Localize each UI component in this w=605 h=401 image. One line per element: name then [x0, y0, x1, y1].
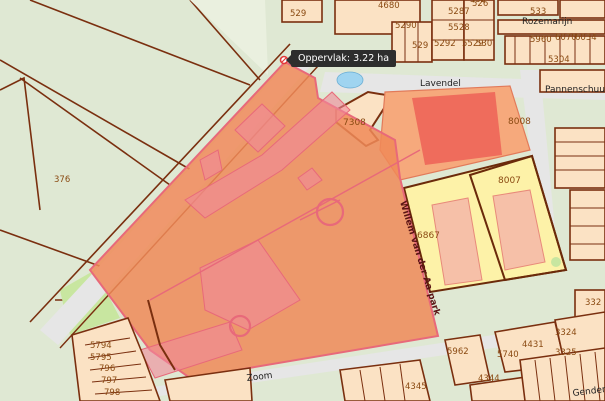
map-view[interactable]: Rozemarijn Lavendel Pannenschuurp Willem… — [0, 0, 605, 401]
parcel-label: 3324 — [555, 328, 577, 338]
parcel-label: 5287 — [448, 7, 470, 17]
parcel-label: 798 — [104, 388, 120, 398]
parcel-label: 529 — [290, 9, 306, 19]
street-label-rozemarijn: Rozemarijn — [522, 17, 572, 27]
parcel-label: 5528 — [448, 23, 470, 33]
parcel-label: 5794 — [90, 341, 112, 351]
parcel-label: 6070 — [555, 33, 577, 43]
parcel-label: 4431 — [522, 340, 544, 350]
parcel-label: 5292 — [434, 39, 456, 49]
parcel-label: 376 — [54, 175, 70, 185]
parcel-label: 796 — [99, 364, 115, 374]
parcel-label-7308: 7308 — [343, 118, 366, 128]
parcel-label: 6034 — [575, 33, 597, 43]
parcel-label: 552 — [470, 0, 486, 5]
parcel-label-8007: 8007 — [498, 176, 521, 186]
parcel-label: 4680 — [378, 1, 400, 11]
parcel-label: 529 — [412, 41, 428, 51]
parcel-label: 4344 — [478, 374, 500, 384]
street-label-pannenschuurp: Pannenschuurp — [545, 85, 605, 95]
parcel-label: 5290 — [395, 21, 417, 31]
parcel-label: 3325 — [555, 348, 577, 358]
parcel-label: 5960 — [530, 35, 552, 45]
parcel-label: 4345 — [405, 382, 427, 392]
building-8008 — [412, 92, 502, 165]
parcel-label: 797 — [101, 376, 117, 386]
parcel-label: 5962 — [447, 347, 469, 357]
parcel-label: 5795 — [90, 353, 112, 363]
pond — [336, 71, 364, 89]
parcel-label: 5740 — [497, 350, 519, 360]
street-label-lavendel: Lavendel — [420, 79, 461, 89]
parcel-label: 5304 — [548, 55, 570, 65]
parcel-label-8008: 8008 — [508, 117, 531, 127]
measurement-tooltip: Oppervlak: 3.22 ha — [285, 50, 397, 67]
parcel-label-6867: 6867 — [417, 231, 440, 241]
parcel-label: 530 — [476, 39, 492, 49]
parcel-label: 533 — [530, 7, 546, 17]
parcel-label: 332 — [585, 298, 601, 308]
green-dot — [551, 257, 561, 267]
